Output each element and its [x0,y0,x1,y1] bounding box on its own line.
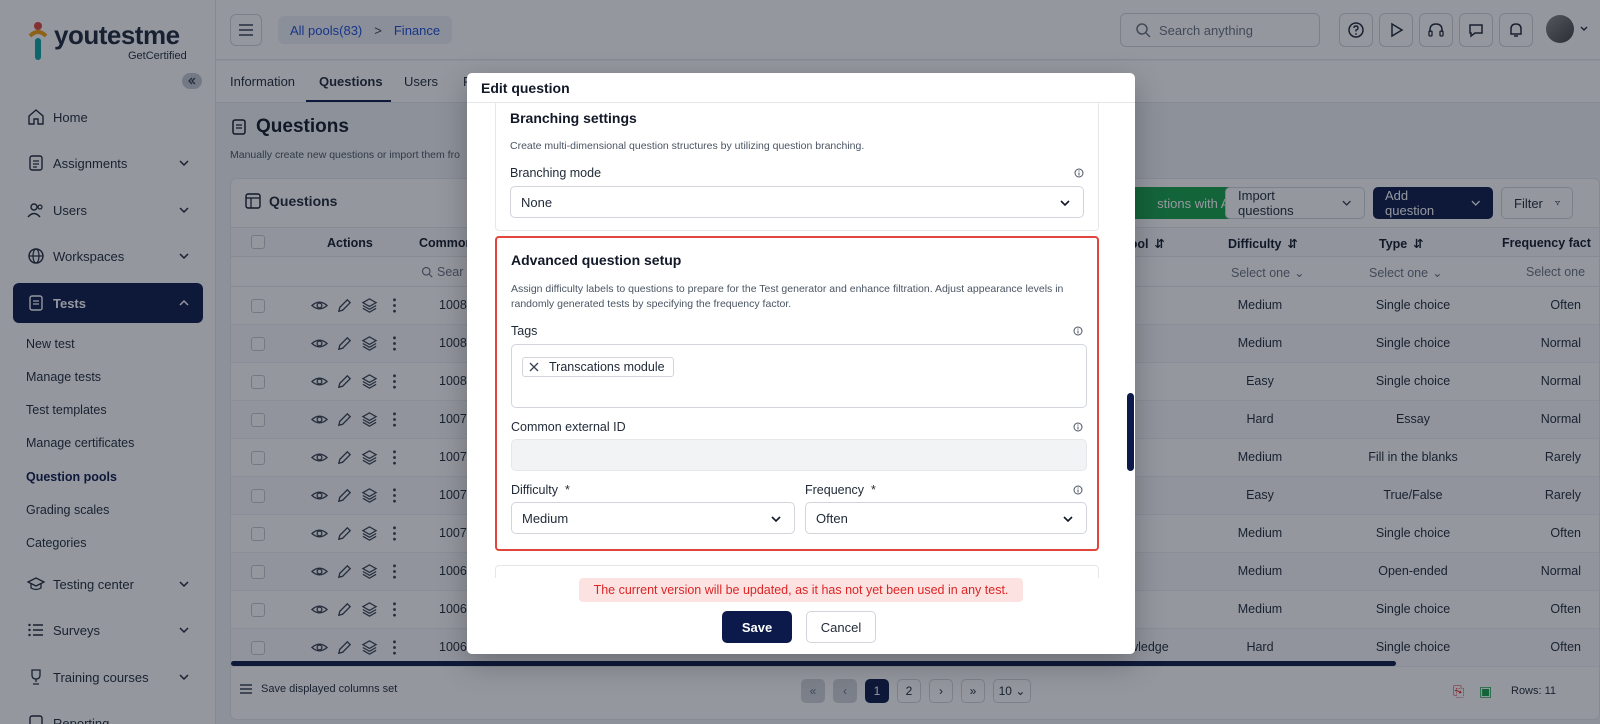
branching-settings-description: Create multi-dimensional question struct… [510,140,865,152]
modal-scroll-thumb[interactable] [1127,393,1134,471]
required-mark: * [871,483,876,497]
edit-question-modal: Edit question Branching settings Create … [467,73,1135,654]
cancel-button[interactable]: Cancel [806,611,876,643]
tag-chip-label: Transcations module [549,360,665,374]
modal-title: Edit question [467,73,1135,103]
frequency-label: Frequency * [805,483,876,497]
chevron-down-icon [1060,200,1070,207]
branching-mode-label: Branching mode [510,166,602,180]
difficulty-label: Difficulty * [511,483,570,497]
modal-body[interactable]: Branching settings Create multi-dimensio… [467,103,1135,651]
frequency-label-text: Frequency [805,483,865,497]
frequency-value: Often [816,510,848,526]
chevron-down-icon [771,516,781,523]
branching-settings-title: Branching settings [510,110,637,126]
difficulty-value: Medium [522,510,569,526]
chevron-down-icon [1063,516,1073,523]
tags-label: Tags [511,324,538,338]
version-notice: The current version will be updated, as … [579,578,1023,602]
branching-mode-value: None [521,194,553,210]
frequency-select[interactable]: Often [805,502,1087,534]
branching-mode-select[interactable]: None [510,186,1084,218]
info-icon[interactable] [1073,422,1083,432]
advanced-question-setup-section: Advanced question setup Assign difficult… [495,236,1099,551]
difficulty-select[interactable]: Medium [511,502,795,534]
required-mark: * [564,483,570,497]
common-external-id-input[interactable] [511,439,1087,471]
tag-chip: Transcations module [522,357,674,377]
tags-input[interactable]: Transcations module [511,344,1087,408]
difficulty-label-text: Difficulty [511,483,559,497]
save-button[interactable]: Save [722,611,792,643]
info-icon[interactable] [1073,326,1083,336]
info-icon[interactable] [1074,168,1084,178]
advanced-setup-title: Advanced question setup [511,252,682,268]
modal-footer: The current version will be updated, as … [467,578,1135,654]
advanced-setup-description: Assign difficulty labels to questions to… [511,283,1064,310]
common-external-id-label: Common external ID [511,420,626,434]
modal-scroll-track[interactable] [1127,103,1135,651]
info-icon[interactable] [1073,485,1083,495]
close-icon[interactable] [529,362,539,372]
branching-settings-section: Branching settings Create multi-dimensio… [495,103,1099,231]
